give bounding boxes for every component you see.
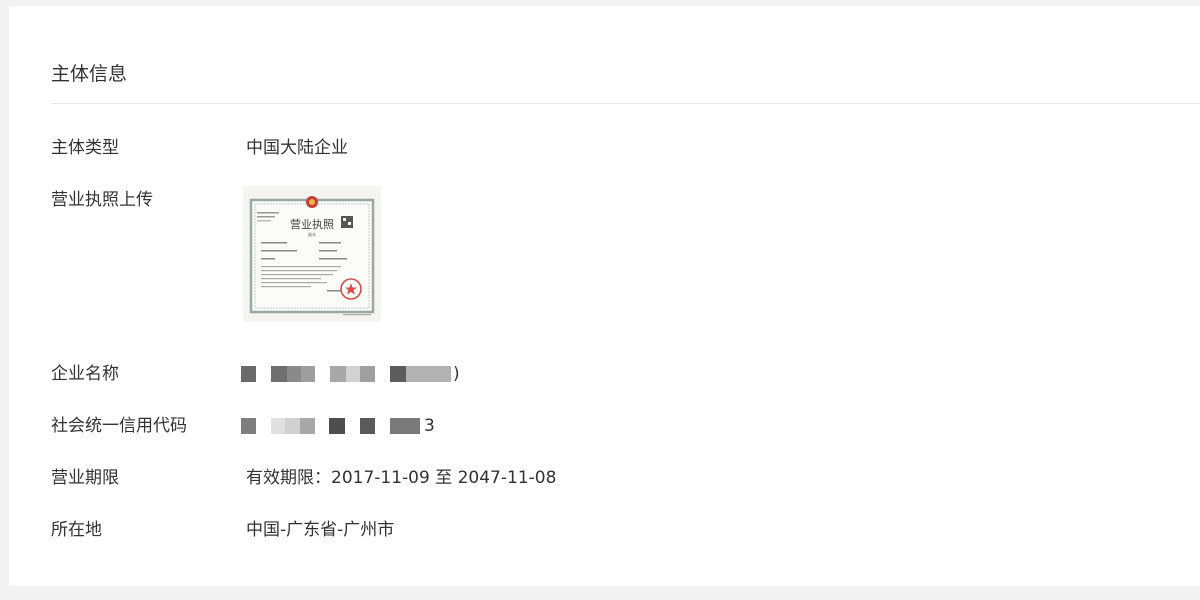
business-term-value: 有效期限：2017-11-09 至 2047-11-08 bbox=[246, 468, 557, 488]
credit-code-label: 社会统一信用代码 bbox=[51, 416, 187, 436]
business-term-row: 营业期限 有效期限：2017-11-09 至 2047-11-08 bbox=[51, 466, 651, 490]
entity-info-card: 主体信息 主体类型 中国大陆企业 营业执照上传 营业执照 副本 企业名称) 社… bbox=[9, 6, 1200, 586]
credit-code-row: 社会统一信用代码 3 bbox=[51, 414, 491, 438]
business-term-label: 营业期限 bbox=[51, 468, 119, 488]
company-name-tail: ) bbox=[453, 364, 460, 384]
credit-code-redacted: 3 bbox=[241, 416, 451, 436]
location-value: 中国-广东省-广州市 bbox=[246, 520, 395, 540]
credit-code-tail: 3 bbox=[424, 416, 435, 436]
license-subheading: 副本 bbox=[308, 231, 316, 237]
license-thumbnail[interactable]: 营业执照 副本 bbox=[243, 186, 381, 322]
company-name-row: 企业名称 ) bbox=[51, 362, 491, 386]
license-upload-row: 营业执照上传 bbox=[51, 188, 231, 212]
license-heading: 营业执照 bbox=[290, 217, 334, 231]
location-label: 所在地 bbox=[51, 520, 102, 540]
entity-type-value: 中国大陆企业 bbox=[246, 138, 348, 158]
company-name-label: 企业名称 bbox=[51, 364, 119, 384]
section-divider bbox=[51, 103, 1200, 104]
license-upload-label: 营业执照上传 bbox=[51, 190, 153, 210]
business-license-image: 营业执照 副本 bbox=[249, 196, 375, 316]
location-row: 所在地 中国-广东省-广州市 bbox=[51, 518, 651, 542]
entity-type-row: 主体类型 中国大陆企业 bbox=[51, 136, 651, 160]
company-name-redacted: ) bbox=[241, 364, 471, 384]
section-title: 主体信息 bbox=[51, 63, 128, 85]
entity-type-label: 主体类型 bbox=[51, 138, 119, 158]
